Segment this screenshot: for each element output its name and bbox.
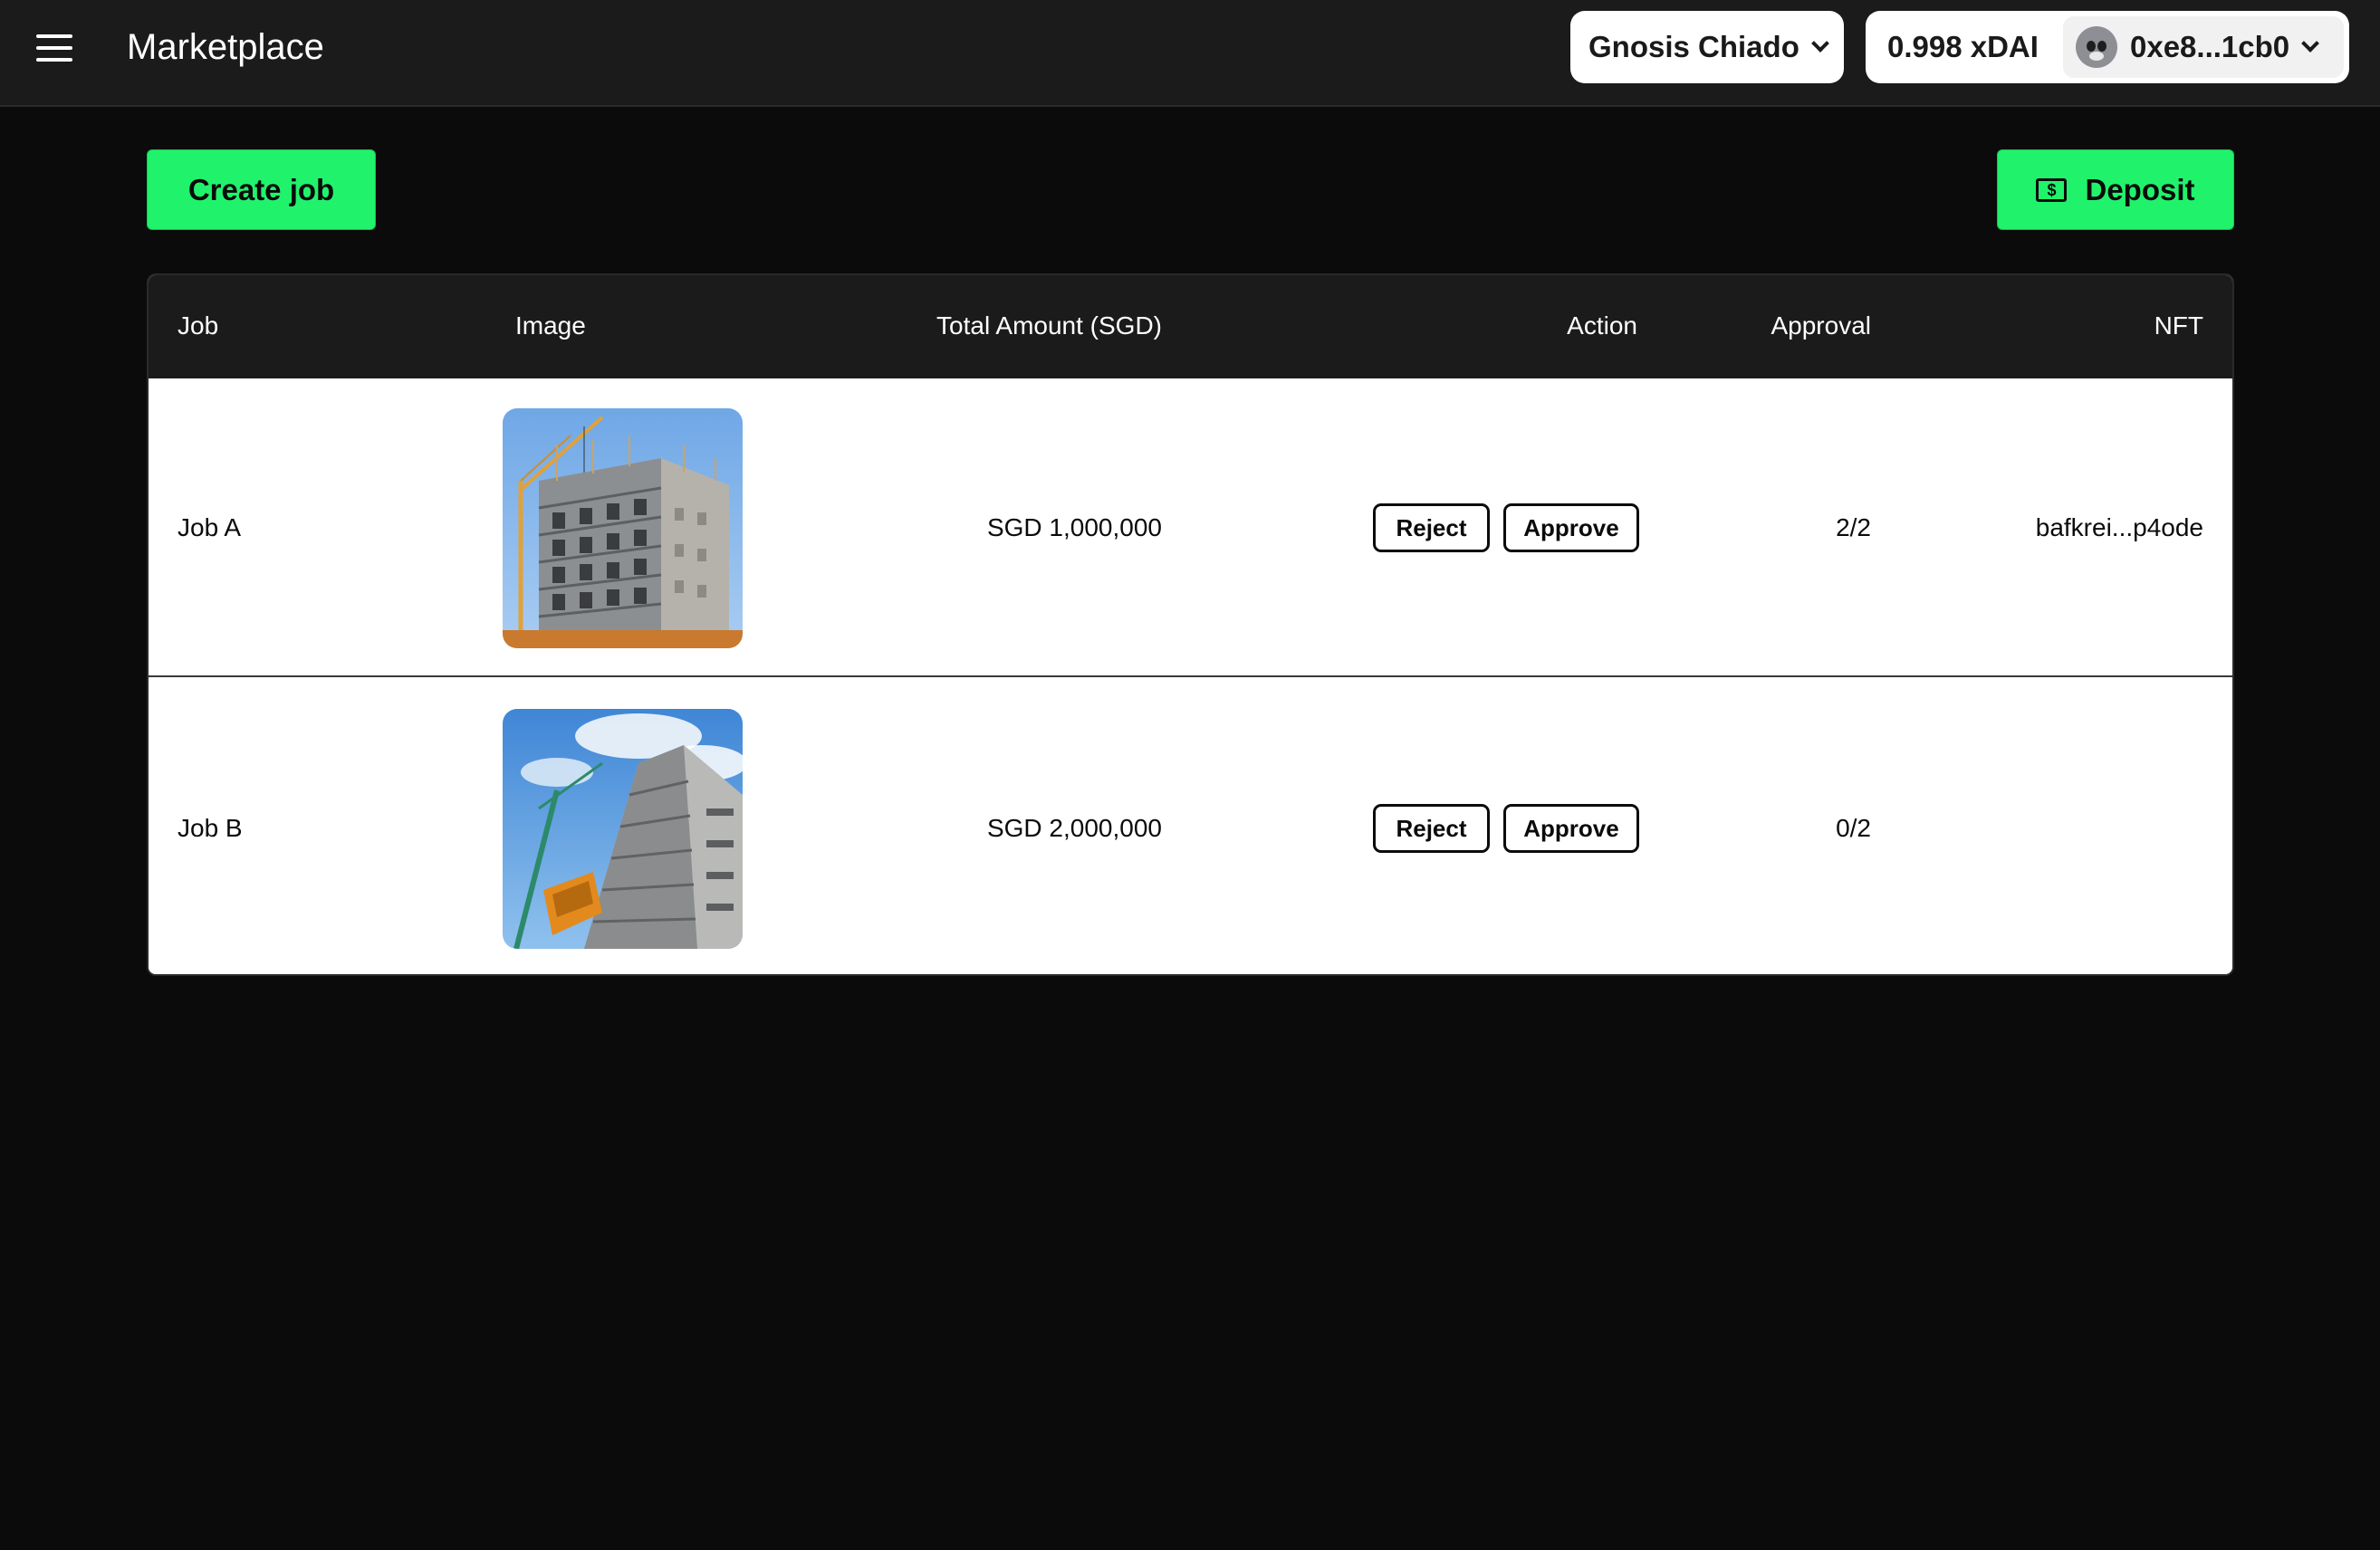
- total-amount: SGD 1,000,000: [986, 513, 1162, 541]
- job-image: [503, 408, 743, 648]
- job-image: [503, 709, 743, 949]
- top-navigation-bar: Marketplace Gnosis Chiado 0.998 xDAI 0xe…: [0, 0, 2380, 107]
- page-title: Marketplace: [127, 27, 324, 67]
- wallet-balance: 0.998 xDAI: [1887, 30, 2039, 63]
- column-header-total-amount: Total Amount (SGD): [936, 311, 1162, 340]
- jobs-table: Job Image Total Amount (SGD) Action Appr…: [147, 273, 2234, 976]
- reject-label: Reject: [1396, 513, 1467, 541]
- column-header-image: Image: [515, 311, 586, 340]
- job-name: Job A: [178, 513, 242, 541]
- approve-button[interactable]: Approve: [1503, 804, 1639, 853]
- column-header-action: Action: [1567, 311, 1637, 340]
- column-header-approval: Approval: [1771, 311, 1871, 340]
- column-header-nft: NFT: [2154, 311, 2203, 340]
- chevron-down-icon: [2301, 34, 2320, 53]
- approval-count: 0/2: [1836, 814, 1871, 842]
- job-name: Job B: [178, 814, 243, 842]
- account-address: 0xe8...1cb0: [2130, 30, 2290, 63]
- create-job-button[interactable]: Create job: [147, 149, 376, 230]
- table-header: Job Image Total Amount (SGD) Action Appr…: [149, 275, 2232, 378]
- reject-button[interactable]: Reject: [1373, 804, 1490, 853]
- nft-id: bafkrei...p4ode: [2035, 513, 2203, 541]
- reject-label: Reject: [1396, 814, 1467, 842]
- total-amount: SGD 2,000,000: [986, 814, 1162, 842]
- deposit-label: Deposit: [2085, 172, 2195, 206]
- chevron-down-icon: [1810, 34, 1829, 53]
- column-header-job: Job: [178, 311, 219, 340]
- deposit-button[interactable]: $ Deposit: [1997, 149, 2234, 230]
- approve-label: Approve: [1523, 513, 1619, 541]
- table-row: Job B SGD 2,000,000 Reject Approve 0/2: [149, 679, 2232, 974]
- reject-button[interactable]: Reject: [1373, 503, 1490, 552]
- wallet-account-box: 0.998 xDAI 0xe8...1cb0: [1866, 11, 2349, 83]
- avatar: [2076, 26, 2117, 68]
- network-label: Gnosis Chiado: [1588, 30, 1799, 63]
- network-selector-button[interactable]: Gnosis Chiado: [1570, 11, 1844, 83]
- account-button[interactable]: 0xe8...1cb0: [2063, 16, 2344, 78]
- approve-button[interactable]: Approve: [1503, 503, 1639, 552]
- approve-label: Approve: [1523, 814, 1619, 842]
- dollar-bill-icon: $: [2036, 177, 2068, 202]
- hamburger-menu-icon[interactable]: [36, 34, 72, 62]
- create-job-label: Create job: [187, 172, 335, 206]
- approval-count: 2/2: [1836, 513, 1871, 541]
- table-row: Job A SGD 1,000,000 Reject Approve 2/2 b…: [149, 378, 2232, 677]
